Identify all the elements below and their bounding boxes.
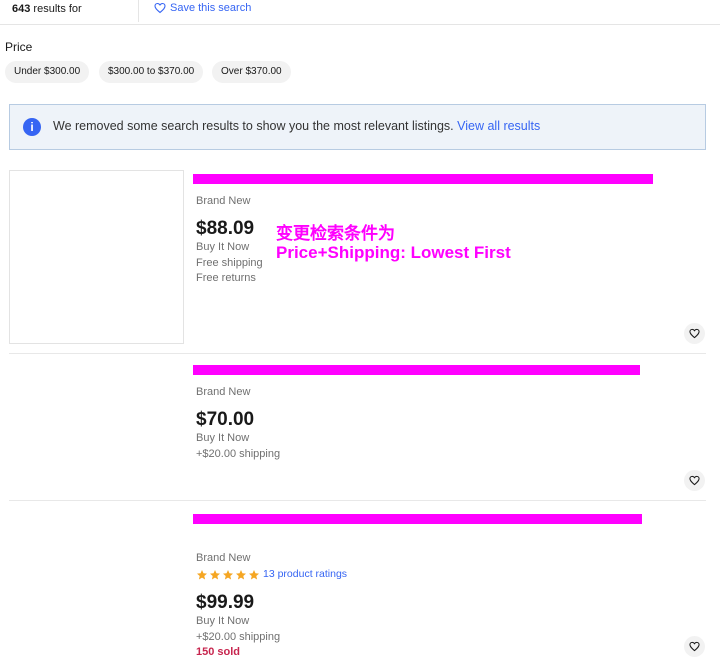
divider xyxy=(138,0,139,22)
price-chip-range[interactable]: $300.00 to $370.00 xyxy=(99,61,204,83)
save-search-label: Save this search xyxy=(170,2,252,14)
annotation-line-2: Price+Shipping: Lowest First xyxy=(276,243,511,262)
listing-meta: Buy It Now Free shipping Free returns xyxy=(196,240,263,287)
listing-price: $88.09 xyxy=(196,218,255,239)
info-banner: i We removed some search results to show… xyxy=(9,104,706,150)
shipping: +$20.00 shipping xyxy=(196,447,281,460)
heart-icon xyxy=(689,475,700,486)
view-all-results-link[interactable]: View all results xyxy=(457,119,540,133)
results-count: 643 results for xyxy=(12,3,82,15)
info-icon: i xyxy=(23,118,41,136)
star-icon xyxy=(223,570,233,580)
watch-button[interactable] xyxy=(684,636,705,657)
listing-meta: Buy It Now +$20.00 shipping xyxy=(196,431,280,462)
banner-text: We removed some search results to show y… xyxy=(53,119,454,133)
listing-title-redacted[interactable] xyxy=(193,174,653,184)
price-filter-title: Price xyxy=(5,40,33,54)
save-search-button[interactable]: Save this search xyxy=(154,2,251,14)
heart-outline-icon xyxy=(154,2,166,14)
listing-condition: Brand New xyxy=(196,386,251,398)
buy-format: Buy It Now xyxy=(196,615,250,627)
listing-title-redacted[interactable] xyxy=(193,365,640,375)
listing-price: $99.99 xyxy=(196,592,255,613)
heart-icon xyxy=(689,328,700,339)
results-bar xyxy=(0,0,720,25)
star-rating xyxy=(196,569,260,581)
price-chip-over[interactable]: Over $370.00 xyxy=(212,61,291,83)
banner-message: We removed some search results to show y… xyxy=(53,119,540,133)
returns: Free returns xyxy=(196,272,256,284)
price-chip-under[interactable]: Under $300.00 xyxy=(5,61,90,83)
annotation-line-1: 变更检索条件为 xyxy=(276,224,395,243)
shipping: Free shipping xyxy=(196,256,263,269)
sold-count: 150 sold xyxy=(196,646,241,658)
listing-price: $70.00 xyxy=(196,409,255,430)
star-icon xyxy=(236,570,246,580)
buy-format: Buy It Now xyxy=(196,241,250,253)
results-count-suffix: results for xyxy=(30,3,82,15)
listing-meta: Buy It Now +$20.00 shipping xyxy=(196,614,280,645)
watch-button[interactable] xyxy=(684,323,705,344)
star-icon xyxy=(249,570,259,580)
product-ratings-link[interactable]: 13 product ratings xyxy=(263,568,347,580)
listing-condition: Brand New xyxy=(196,552,251,564)
star-icon xyxy=(210,570,220,580)
listing-condition: Brand New xyxy=(196,195,251,207)
buy-format: Buy It Now xyxy=(196,432,250,444)
star-icon xyxy=(197,570,207,580)
results-count-number: 643 xyxy=(12,3,31,15)
listing-divider xyxy=(9,353,706,354)
watch-button[interactable] xyxy=(684,470,705,491)
listing-divider xyxy=(9,500,706,501)
heart-icon xyxy=(689,641,700,652)
listing-title-redacted[interactable] xyxy=(193,514,642,524)
listing-image[interactable] xyxy=(9,170,184,344)
shipping: +$20.00 shipping xyxy=(196,630,281,643)
